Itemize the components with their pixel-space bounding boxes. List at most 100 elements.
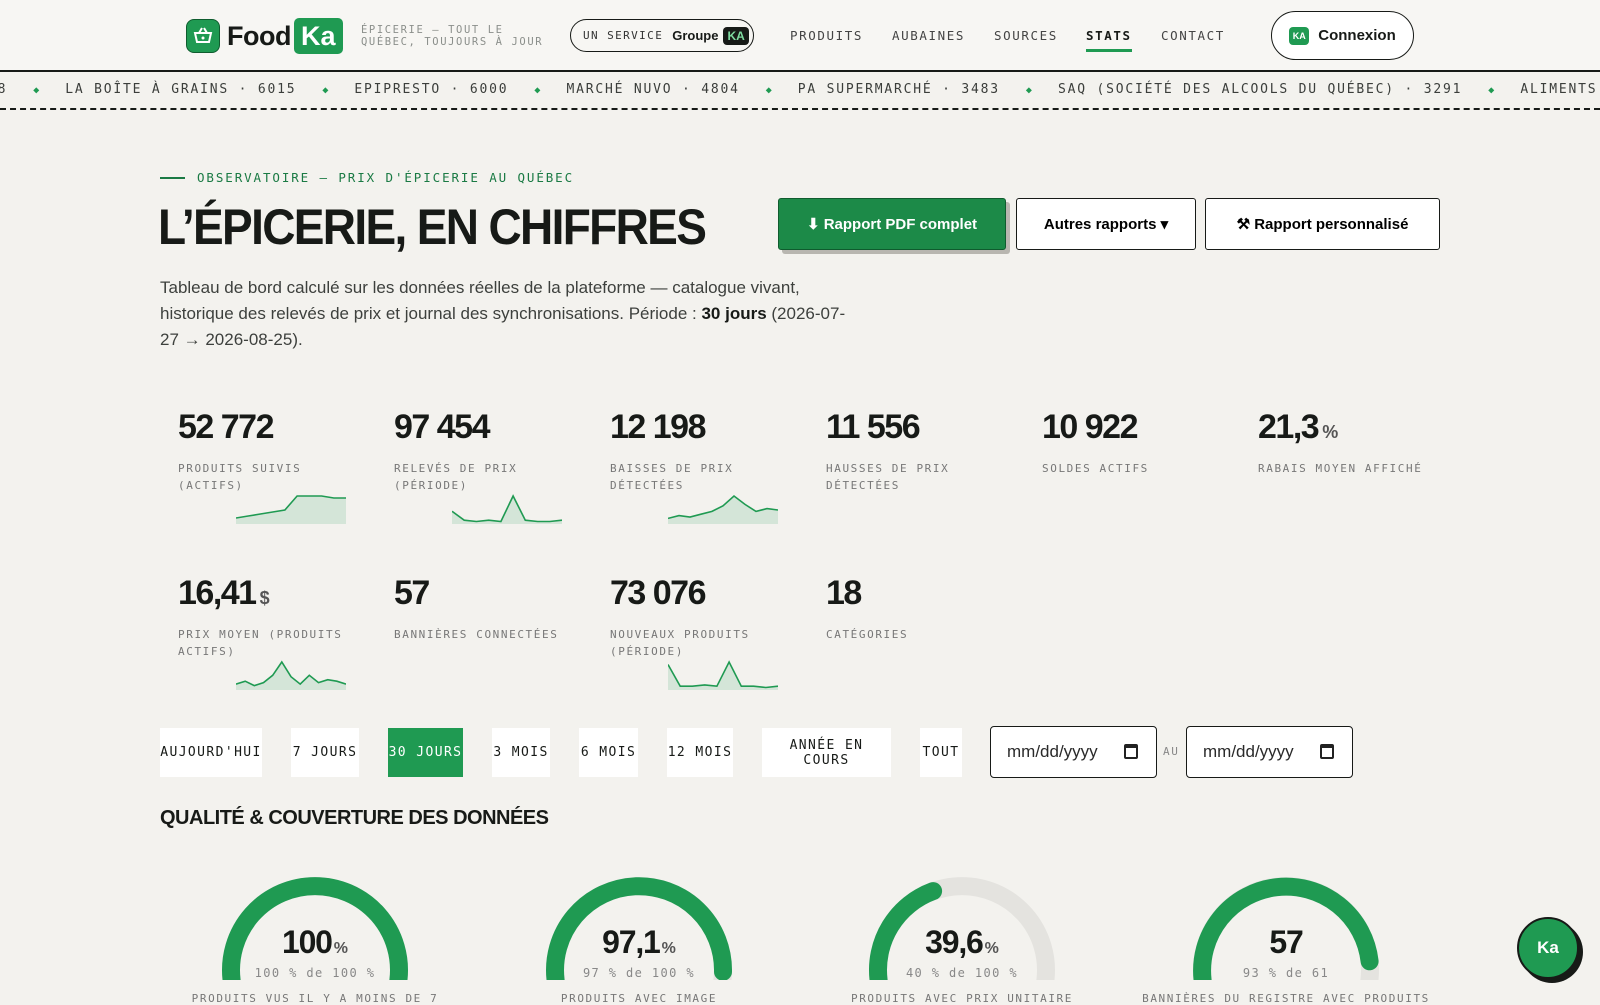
ticker-separator-icon: ◆ [1025, 85, 1032, 96]
stat-unit: % [1322, 422, 1339, 442]
quality-section-title: QUALITÉ & COUVERTURE DES DONNÉES [160, 807, 549, 829]
service-ka-badge: KA [723, 26, 749, 45]
gauge-subtitle: 40 % de 100 % [905, 966, 1019, 980]
nav-stats[interactable]: STATS [1086, 28, 1132, 52]
ticker-row: 48 ◆ LA BOÎTE À GRAINS · 6015 ◆ EPIPRESTO · … [0, 82, 1600, 100]
sparkline [668, 660, 778, 690]
tagline-line-2: QUÉBEC, TOUJOURS À JOUR [361, 36, 544, 48]
gauge-subtitle: 100 % de 100 % [254, 966, 376, 980]
ticker-item[interactable]: PA SUPERMARCHÉ · 3483 [798, 82, 1000, 100]
stat-number: 16,41 [178, 574, 257, 612]
gauge-value: 100% [210, 924, 420, 961]
other-reports-button[interactable]: Autres rapports ▾ [1016, 198, 1196, 250]
stat-number: 57 [394, 574, 430, 612]
gauge-unit: % [661, 940, 676, 957]
logo[interactable]: Food Ka [186, 18, 343, 54]
stat-label: CATÉGORIES [826, 628, 909, 641]
gauge-subtitle: 93 % de 61 [1242, 966, 1330, 980]
filter-6-mois[interactable]: 6 MOIS [579, 728, 638, 777]
banner-ticker: 48 ◆ LA BOÎTE À GRAINS · 6015 ◆ EPIPRESTO · … [0, 72, 1600, 110]
ticker-separator-icon: ◆ [1488, 85, 1495, 96]
service-group: Groupe [672, 28, 719, 43]
gauge-unit: % [984, 940, 999, 957]
quality-gauge: 39,6% 40 % de 100 % [857, 870, 1067, 1000]
date-from-input[interactable]: mm/dd/yyyy [990, 726, 1157, 778]
gauge-number: 57 [1269, 924, 1303, 960]
login-button[interactable]: KA Connexion [1271, 11, 1414, 60]
logo-food-text: Food [227, 20, 291, 51]
stat-number: 21,3 [1258, 408, 1320, 446]
filter-3-mois[interactable]: 3 MOIS [492, 728, 550, 777]
nav-aubaines[interactable]: AUBAINES [892, 28, 965, 43]
nav-contact[interactable]: CONTACT [1161, 28, 1225, 43]
calendar-icon[interactable] [1124, 744, 1138, 759]
ticker-item[interactable]: EPIPRESTO · 6000 [354, 82, 508, 100]
ticker-item[interactable]: MARCHÉ NUVO · 4804 [566, 82, 739, 100]
stat-number: 52 772 [178, 408, 275, 446]
stat-card: 11 556 HAUSSES DE PRIX DÉTECTÉES [826, 408, 1026, 494]
gauge-number: 97,1 [602, 924, 661, 960]
page-kicker: OBSERVATOIRE — PRIX D'ÉPICERIE AU QUÉBEC [160, 170, 574, 185]
stat-value: 11 556 [826, 408, 1026, 447]
ticker-separator-icon: ◆ [765, 85, 772, 96]
stat-label: RABAIS MOYEN AFFICHÉ [1258, 462, 1423, 475]
stat-value: 97 454 [394, 408, 594, 447]
ticker-item[interactable]: 48 [0, 82, 7, 100]
filter-aujourd-hui[interactable]: AUJOURD'HUI [160, 728, 262, 777]
basket-icon [186, 19, 220, 53]
filter-12-mois[interactable]: 12 MOIS [667, 728, 733, 777]
ticker-separator-icon: ◆ [534, 85, 541, 96]
stat-value: 10 922 [1042, 408, 1242, 447]
stat-number: 97 454 [394, 408, 491, 446]
quality-gauge: 100% 100 % de 100 % [210, 870, 420, 1000]
gauge-value: 39,6% [857, 924, 1067, 961]
filter-tout[interactable]: TOUT [920, 728, 962, 777]
sparkline [236, 660, 346, 690]
stat-card: 52 772 PRODUITS SUIVIS (ACTIFS) [178, 408, 378, 494]
stat-card: 21,3% RABAIS MOYEN AFFICHÉ [1258, 408, 1458, 478]
ticker-item[interactable]: SAQ (SOCIÉTÉ DES ALCOOLS DU QUÉBEC) · 32… [1058, 82, 1462, 100]
calendar-icon[interactable] [1320, 744, 1334, 759]
stat-value: 57 [394, 574, 594, 613]
sparkline [236, 495, 346, 524]
gauge-number: 39,6 [925, 924, 984, 960]
stat-card: 12 198 BAISSES DE PRIX DÉTECTÉES [610, 408, 810, 494]
gauge-number: 100 [281, 924, 333, 960]
custom-report-button[interactable]: ⚒ Rapport personnalisé [1205, 198, 1440, 250]
quality-gauge: 57 93 % de 61 [1181, 870, 1391, 1000]
date-to-input[interactable]: mm/dd/yyyy [1186, 726, 1353, 778]
gauge-unit: % [333, 940, 349, 957]
lede-period: 30 jours [701, 304, 767, 323]
stat-value: 18 [826, 574, 1026, 613]
ticker-item[interactable]: ALIMENTS MERCI · [1520, 82, 1600, 100]
stat-value: 16,41 $ [178, 574, 378, 613]
service-badge[interactable]: UN SERVICE Groupe KA [570, 19, 754, 52]
pdf-report-button[interactable]: ⬇ Rapport PDF complet [778, 198, 1006, 250]
nav-produits[interactable]: PRODUITS [790, 28, 863, 43]
stat-number: 11 556 [826, 408, 921, 446]
stat-number: 10 922 [1042, 408, 1139, 446]
gauge-label: BANNIÈRES DU REGISTRE AVEC PRODUITS [1142, 992, 1430, 1005]
stat-value: 21,3% [1258, 408, 1458, 447]
stat-value: 73 076 [610, 574, 810, 613]
date-separator: AU [1163, 745, 1180, 758]
filter-7-jours[interactable]: 7 JOURS [291, 728, 359, 777]
ticker-separator-icon: ◆ [33, 85, 40, 96]
gauge-value: 97,1% [534, 924, 744, 961]
stat-value: 52 772 [178, 408, 378, 447]
filter-30-jours[interactable]: 30 JOURS [388, 728, 463, 777]
stat-card: 18 CATÉGORIES [826, 574, 1026, 644]
nav-sources[interactable]: SOURCES [994, 28, 1058, 43]
filter-ann-e-en-cours[interactable]: ANNÉE EN COURS [762, 728, 891, 777]
sparkline [668, 494, 778, 524]
stat-unit: $ [259, 588, 270, 608]
gauge-value: 57 [1181, 924, 1391, 961]
gauge-label: PRODUITS VUS IL Y A MOINS DE 7 [191, 992, 439, 1005]
ka-badge-icon: KA [1289, 26, 1310, 45]
stat-label: BANNIÈRES CONNECTÉES [394, 628, 559, 641]
site-header: Food Ka ÉPICERIE — TOUT LE QUÉBEC, TOUJO… [0, 0, 1600, 72]
stat-label: HAUSSES DE PRIX DÉTECTÉES [826, 462, 950, 492]
stat-number: 12 198 [610, 408, 707, 446]
ticker-item[interactable]: LA BOÎTE À GRAINS · 6015 [65, 82, 296, 100]
chat-fab-button[interactable]: Ka [1517, 917, 1579, 979]
